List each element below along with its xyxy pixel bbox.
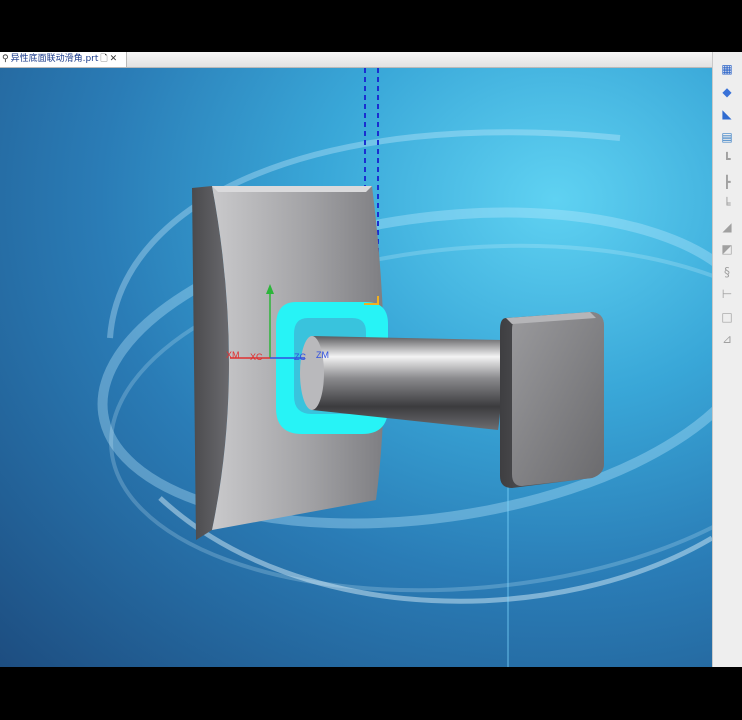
axis-label-xc: XC <box>250 352 263 362</box>
offset-face-icon[interactable]: § <box>718 263 736 281</box>
document-tab-label: 异性底面联动滑角.prt <box>10 54 99 64</box>
end-cap[interactable] <box>500 312 604 488</box>
feature-toolbar: ▦ ◆ ◣ ▤ ┗ ┣ ╘ ◢ ◩ § ⊢ □ ⊿ <box>712 52 742 667</box>
axis-label-xm: XM <box>226 350 240 360</box>
model-scene: XM XC ZC ZM <box>97 68 712 667</box>
sketch-frame-icon[interactable]: □ <box>718 308 736 326</box>
edge-blend-icon[interactable]: ┣ <box>718 173 736 191</box>
close-icon[interactable]: ✕ <box>110 52 118 67</box>
document-tab-strip: ⚲ 异性底面联动滑角.prt 🗋 ✕ <box>0 52 712 68</box>
measure-icon[interactable]: ⊿ <box>718 330 736 348</box>
part-file-icon: ⚲ <box>2 54 9 64</box>
graphics-viewport[interactable]: XM XC ZC ZM <box>0 68 712 667</box>
nx-modeling-window: ⚲ 异性底面联动滑角.prt 🗋 ✕ XM XC ZC ZM ▦ ◆ ◣ ▤ ┗… <box>0 52 742 667</box>
axis-label-zc: ZC <box>294 352 306 362</box>
block-feature-icon[interactable]: ◆ <box>718 83 736 101</box>
extrude-feature-icon[interactable]: ▦ <box>718 60 736 78</box>
trim-body-icon[interactable]: ⊢ <box>718 285 736 303</box>
unsaved-marker-icon: 🗋 <box>100 54 108 64</box>
chamfer-icon[interactable]: ╘ <box>718 195 736 213</box>
pattern-feature-icon[interactable]: ▤ <box>718 128 736 146</box>
axis-label-zm: ZM <box>316 350 329 360</box>
boss-feature-icon[interactable]: ◣ <box>718 105 736 123</box>
letterbox-bottom <box>0 667 742 720</box>
step-feature-icon[interactable]: ┗ <box>718 150 736 168</box>
draft-icon[interactable]: ◢ <box>718 218 736 236</box>
letterbox-top <box>0 0 742 52</box>
document-tab[interactable]: ⚲ 异性底面联动滑角.prt 🗋 ✕ <box>0 52 127 67</box>
shell-icon[interactable]: ◩ <box>718 240 736 258</box>
